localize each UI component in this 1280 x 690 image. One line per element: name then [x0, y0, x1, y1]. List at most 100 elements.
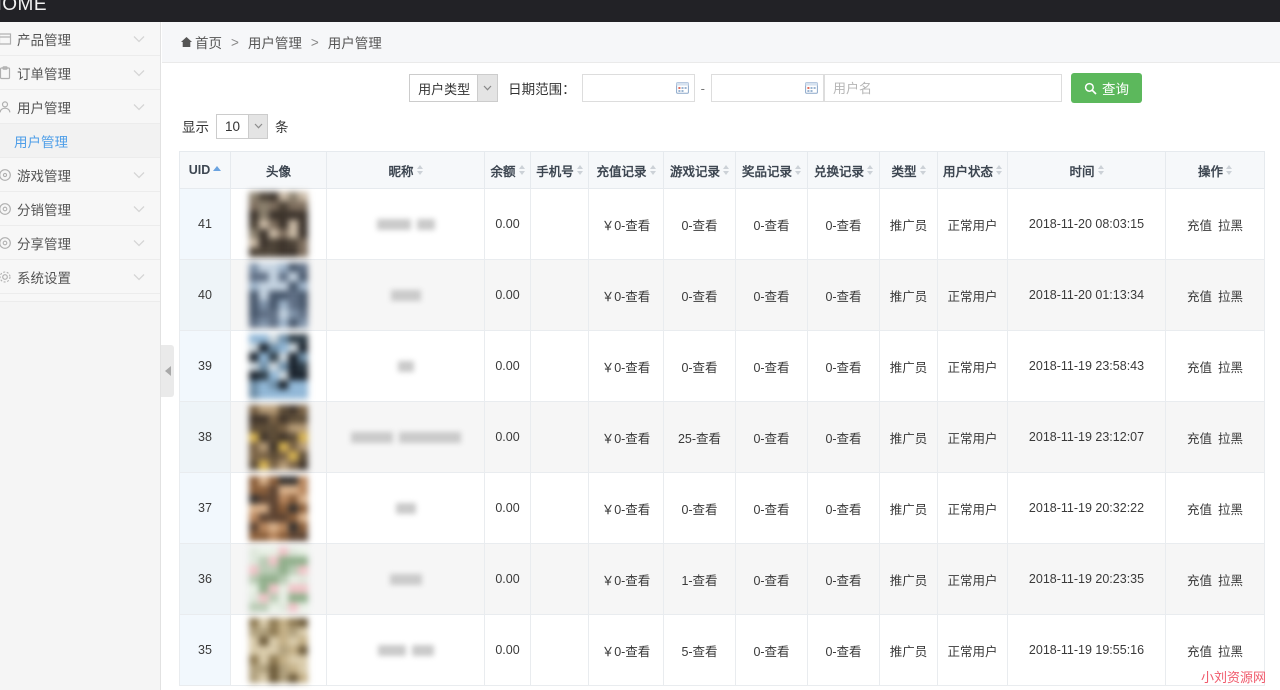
- column-header-recharge-records[interactable]: 充值记录: [588, 151, 664, 189]
- cell-game-records[interactable]: 1-查看: [663, 543, 736, 615]
- column-header-phone[interactable]: 手机号: [530, 151, 589, 189]
- cell-operation[interactable]: 充值 拉黑: [1165, 472, 1265, 544]
- cell-recharge-records[interactable]: ￥0-查看: [588, 614, 664, 686]
- cell-recharge-records[interactable]: ￥0-查看: [588, 330, 664, 402]
- page-length-select[interactable]: 10: [216, 113, 269, 139]
- cell-exchange-records[interactable]: 0-查看: [807, 472, 880, 544]
- cell-avatar[interactable]: [230, 188, 327, 260]
- table-row[interactable]: 35 0.00 ￥0-查看 5-查看 0-查看 0-查看 推广员 正常用户 2018-11-19…: [179, 614, 1265, 686]
- cell-game-records[interactable]: 5-查看: [663, 614, 736, 686]
- cell-avatar[interactable]: [230, 614, 327, 686]
- recharge-action[interactable]: 充值: [1187, 290, 1212, 304]
- table-row[interactable]: 37 0.00 ￥0-查看 0-查看 0-查看 0-查看 推广员 正常用户 2018-11-19…: [179, 472, 1265, 544]
- block-action[interactable]: 拉黑: [1218, 219, 1243, 233]
- table-row[interactable]: 39 0.00 ￥0-查看 0-查看 0-查看 0-查看 推广员 正常用户 2018-11-19…: [179, 330, 1265, 402]
- block-action[interactable]: 拉黑: [1218, 574, 1243, 588]
- cell-exchange-records[interactable]: 0-查看: [807, 543, 880, 615]
- block-action[interactable]: 拉黑: [1218, 432, 1243, 446]
- cell-exchange-records[interactable]: 0-查看: [807, 259, 880, 331]
- recharge-action[interactable]: 充值: [1187, 645, 1212, 659]
- column-header-exchange-records[interactable]: 兑换记录: [807, 151, 880, 189]
- user-type-select[interactable]: 用户类型: [409, 74, 499, 102]
- cell-operation[interactable]: 充值 拉黑: [1165, 330, 1265, 402]
- table-row[interactable]: 38 0.00 ￥0-查看 25-查看 0-查看 0-查看 推广员 正常用户 2018-11-1…: [179, 401, 1265, 473]
- sidebar-item-share-management[interactable]: 分享管理: [0, 226, 160, 260]
- cell-operation[interactable]: 充值 拉黑: [1165, 401, 1265, 473]
- cell-exchange-records[interactable]: 0-查看: [807, 188, 880, 260]
- column-header-game-records[interactable]: 游戏记录: [663, 151, 736, 189]
- cell-avatar[interactable]: [230, 259, 327, 331]
- cell-prize-records[interactable]: 0-查看: [735, 330, 808, 402]
- cell-game-records[interactable]: 0-查看: [663, 330, 736, 402]
- cell-prize-records[interactable]: 0-查看: [735, 543, 808, 615]
- cell-operation[interactable]: 充值 拉黑: [1165, 259, 1265, 331]
- chevron-down-icon: [130, 98, 148, 116]
- recharge-action[interactable]: 充值: [1187, 574, 1212, 588]
- block-action[interactable]: 拉黑: [1218, 503, 1243, 517]
- column-header-nickname[interactable]: 昵称: [326, 151, 485, 189]
- column-header-uid[interactable]: UID: [179, 151, 231, 189]
- cell-operation[interactable]: 充值 拉黑: [1165, 614, 1265, 686]
- cell-avatar[interactable]: [230, 401, 327, 473]
- recharge-action[interactable]: 充值: [1187, 503, 1212, 517]
- cell-prize-records[interactable]: 0-查看: [735, 188, 808, 260]
- cell-operation[interactable]: 充值 拉黑: [1165, 543, 1265, 615]
- cell-prize-records[interactable]: 0-查看: [735, 401, 808, 473]
- column-header-prize-records[interactable]: 奖品记录: [735, 151, 808, 189]
- cell-game-records[interactable]: 0-查看: [663, 259, 736, 331]
- sidebar-item-user-management[interactable]: 用户管理: [0, 90, 160, 124]
- sidebar-item-order-management[interactable]: 订单管理: [0, 56, 160, 90]
- recharge-action[interactable]: 充值: [1187, 432, 1212, 446]
- date-start-field[interactable]: [581, 74, 695, 102]
- breadcrumb-item-2[interactable]: 用户管理: [328, 32, 382, 52]
- breadcrumb-item-1[interactable]: 用户管理: [248, 32, 302, 52]
- cell-game-records[interactable]: 25-查看: [663, 401, 736, 473]
- sidebar-item-product-management[interactable]: 产品管理: [0, 22, 160, 56]
- table-row[interactable]: 40 0.00 ￥0-查看 0-查看 0-查看 0-查看 推广员 正常用户 2018-11-20…: [179, 259, 1265, 331]
- cell-avatar[interactable]: [230, 472, 327, 544]
- column-header-balance[interactable]: 余额: [484, 151, 531, 189]
- cell-recharge-records[interactable]: ￥0-查看: [588, 259, 664, 331]
- cell-recharge-records[interactable]: ￥0-查看: [588, 401, 664, 473]
- block-action[interactable]: 拉黑: [1218, 645, 1243, 659]
- recharge-action[interactable]: 充值: [1187, 219, 1212, 233]
- sidebar-item-distribution-management[interactable]: 分销管理: [0, 192, 160, 226]
- column-header-user-status[interactable]: 用户状态: [937, 151, 1008, 189]
- block-action[interactable]: 拉黑: [1218, 290, 1243, 304]
- cell-exchange-records[interactable]: 0-查看: [807, 330, 880, 402]
- breadcrumb-home[interactable]: 首页: [195, 32, 222, 52]
- cell-recharge-records[interactable]: ￥0-查看: [588, 472, 664, 544]
- column-header-operation[interactable]: 操作: [1165, 151, 1265, 189]
- table-row[interactable]: 36 0.00 ￥0-查看 1-查看 0-查看 0-查看 推广员 正常用户 2018-11-19…: [179, 543, 1265, 615]
- cell-prize-records[interactable]: 0-查看: [735, 472, 808, 544]
- column-header-type[interactable]: 类型: [879, 151, 938, 189]
- cell-game-records[interactable]: 0-查看: [663, 472, 736, 544]
- cell-game-records[interactable]: 0-查看: [663, 188, 736, 260]
- cell-prize-records[interactable]: 0-查看: [735, 259, 808, 331]
- cell-exchange-records[interactable]: 0-查看: [807, 401, 880, 473]
- block-action[interactable]: 拉黑: [1218, 361, 1243, 375]
- cell-user-status: 正常用户: [937, 401, 1008, 473]
- username-input[interactable]: [824, 74, 1062, 102]
- sidebar-collapse-toggle[interactable]: [161, 345, 174, 397]
- cell-recharge-records[interactable]: ￥0-查看: [588, 188, 664, 260]
- column-label: UID: [188, 163, 211, 177]
- cell-recharge-records[interactable]: ￥0-查看: [588, 543, 664, 615]
- table-row[interactable]: 41 0.00 ￥0-查看 0-查看 0-查看 0-查看 推广员 正常用户 2018-11-20…: [179, 188, 1265, 260]
- sidebar-item-system-settings[interactable]: 系统设置: [0, 260, 160, 294]
- cell-avatar[interactable]: [230, 543, 327, 615]
- cell-avatar[interactable]: [230, 330, 327, 402]
- column-header-time[interactable]: 时间: [1007, 151, 1166, 189]
- sidebar-item-game-management[interactable]: 游戏管理: [0, 158, 160, 192]
- recharge-action[interactable]: 充值: [1187, 361, 1212, 375]
- search-button[interactable]: 查询: [1071, 73, 1142, 103]
- cell-prize-records[interactable]: 0-查看: [735, 614, 808, 686]
- date-end-field[interactable]: [711, 74, 824, 102]
- sidebar-subitem-user-management[interactable]: 用户管理: [0, 124, 160, 158]
- app-logo-text: HOME: [0, 0, 47, 15]
- cell-operation[interactable]: 充值 拉黑: [1165, 188, 1265, 260]
- cell-time: 2018-11-19 20:23:35: [1007, 543, 1166, 615]
- chevron-down-icon: [248, 114, 268, 138]
- column-header-avatar[interactable]: 头像: [230, 151, 327, 189]
- cell-exchange-records[interactable]: 0-查看: [807, 614, 880, 686]
